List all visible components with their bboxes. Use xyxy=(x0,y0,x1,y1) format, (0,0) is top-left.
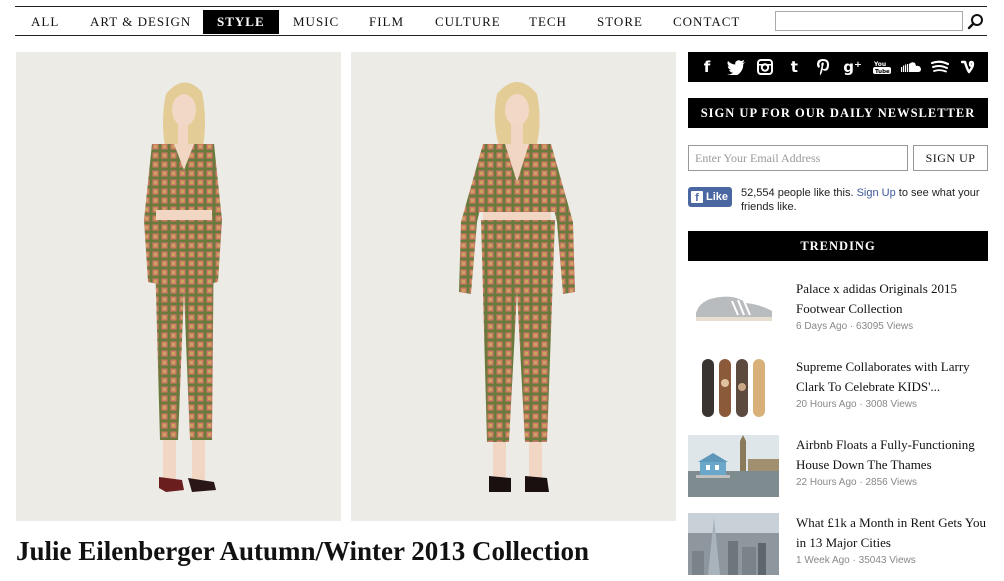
pinterest-icon[interactable] xyxy=(812,56,834,78)
trending-item-views: 3008 Views xyxy=(865,399,918,410)
facebook-like-label: Like xyxy=(706,191,729,203)
twitter-icon[interactable] xyxy=(725,56,747,78)
trending-item[interactable]: Palace x adidas Originals 2015 Footwear … xyxy=(688,279,988,345)
facebook-f-icon: f xyxy=(691,191,703,204)
trending-thumbnail-skateboards[interactable] xyxy=(688,357,779,419)
facebook-signup-link[interactable]: Sign Up xyxy=(857,187,896,199)
trending-item-meta: 1 Week Ago · 35043 Views xyxy=(796,555,916,566)
nav-item-culture[interactable]: CULTURE xyxy=(435,12,501,32)
trending-item-meta: 20 Hours Ago · 3008 Views xyxy=(796,399,918,410)
nav-item-music[interactable]: MUSIC xyxy=(293,12,339,32)
trending-item[interactable]: What £1k a Month in Rent Gets You in 13 … xyxy=(688,513,988,579)
nav-item-art-design[interactable]: ART & DESIGN xyxy=(90,12,191,32)
nav-item-all[interactable]: ALL xyxy=(31,12,59,32)
google-plus-icon[interactable]: g⁺ xyxy=(842,56,864,78)
nav-item-style[interactable]: STYLE xyxy=(203,10,279,34)
trending-item-title[interactable]: Airbnb Floats a Fully-Functioning House … xyxy=(796,435,991,475)
trending-item-time: 20 Hours Ago xyxy=(796,399,857,410)
trending-item-views: 2856 Views xyxy=(865,477,918,488)
trending-item-time: 1 Week Ago xyxy=(796,555,850,566)
trending-item-meta: 6 Days Ago · 63095 Views xyxy=(796,321,914,332)
instagram-icon[interactable] xyxy=(754,56,776,78)
svg-text:You: You xyxy=(873,61,886,68)
collection-photo-1[interactable] xyxy=(16,52,341,521)
trending-thumbnail-city[interactable] xyxy=(688,513,779,575)
trending-item-title[interactable]: What £1k a Month in Rent Gets You in 13 … xyxy=(796,513,991,553)
trending-thumbnail-sneaker[interactable] xyxy=(688,279,779,341)
trending-item-views: 35043 Views xyxy=(858,555,916,566)
trending-heading: TRENDING xyxy=(688,231,988,261)
social-links-bar: f t g⁺ You Tube xyxy=(688,52,988,82)
nav-item-film[interactable]: FILM xyxy=(369,12,404,32)
search-input[interactable] xyxy=(775,11,963,31)
trending-item[interactable]: Airbnb Floats a Fully-Functioning House … xyxy=(688,435,988,501)
trending-item-time: 6 Days Ago xyxy=(796,321,848,332)
soundcloud-icon[interactable] xyxy=(900,56,922,78)
trending-item-time: 22 Hours Ago xyxy=(796,477,857,488)
youtube-icon[interactable]: You Tube xyxy=(871,56,893,78)
spotify-icon[interactable] xyxy=(929,56,951,78)
facebook-like-button[interactable]: f Like xyxy=(688,187,732,207)
collection-photo-2[interactable] xyxy=(351,52,676,521)
trending-item-views: 63095 Views xyxy=(856,321,914,332)
email-field[interactable] xyxy=(688,145,908,171)
trending-item[interactable]: Supreme Collaborates with Larry Clark To… xyxy=(688,357,988,423)
vine-icon[interactable] xyxy=(958,56,980,78)
facebook-like-count: 52,554 people like this. xyxy=(741,187,854,199)
search-icon[interactable] xyxy=(967,13,985,31)
svg-text:Tube: Tube xyxy=(875,69,890,75)
top-navigation: ALL ART & DESIGN STYLE MUSIC FILM CULTUR… xyxy=(15,6,987,36)
facebook-icon[interactable]: f xyxy=(696,56,718,78)
nav-item-tech[interactable]: TECH xyxy=(529,12,567,32)
nav-item-store[interactable]: STORE xyxy=(597,12,643,32)
trending-item-meta: 22 Hours Ago · 2856 Views xyxy=(796,477,918,488)
article-title: Julie Eilenberger Autumn/Winter 2013 Col… xyxy=(16,536,589,566)
trending-thumbnail-floating-house[interactable] xyxy=(688,435,779,497)
nav-item-contact[interactable]: CONTACT xyxy=(673,12,740,32)
facebook-like-text: 52,554 people like this. Sign Up to see … xyxy=(741,186,991,214)
tumblr-icon[interactable]: t xyxy=(783,56,805,78)
signup-button[interactable]: SIGN UP xyxy=(913,145,988,171)
trending-item-title[interactable]: Supreme Collaborates with Larry Clark To… xyxy=(796,357,991,397)
trending-item-title[interactable]: Palace x adidas Originals 2015 Footwear … xyxy=(796,279,991,319)
newsletter-heading: SIGN UP FOR OUR DAILY NEWSLETTER xyxy=(688,98,988,128)
